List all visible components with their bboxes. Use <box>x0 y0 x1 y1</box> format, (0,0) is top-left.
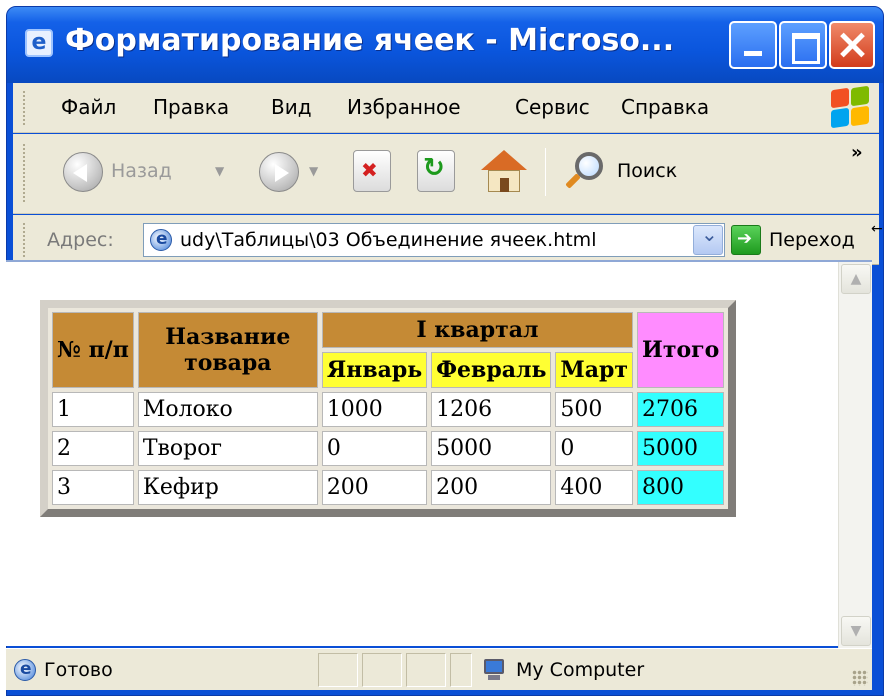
status-text: Готово <box>44 659 113 681</box>
toolbar-grip[interactable] <box>23 144 26 202</box>
back-arrow-icon[interactable] <box>63 152 103 192</box>
forward-arrow-icon[interactable] <box>259 152 299 192</box>
cell-mar: 0 <box>555 431 634 466</box>
table-row: 3 Кефир 200 200 400 800 <box>52 470 725 505</box>
cell-jan: 200 <box>321 470 428 505</box>
cell-jan: 0 <box>321 431 428 466</box>
zone-text: My Computer <box>516 659 645 681</box>
ie-page-icon: e <box>25 29 53 57</box>
header-month-jan: Январь <box>321 352 428 388</box>
address-value[interactable]: udy\Таблицы\03 Объединение ячеек.html <box>180 229 596 251</box>
menu-view[interactable]: Вид <box>271 95 312 119</box>
title-bar: e Форматирование ячеек - Microso... <box>7 7 883 83</box>
status-bar: Готово My Computer <box>6 648 872 690</box>
cell-name: Творог <box>137 431 318 466</box>
menu-edit[interactable]: Правка <box>153 95 229 119</box>
cell-num: 2 <box>52 431 134 466</box>
refresh-icon[interactable] <box>417 150 455 192</box>
menubar-grip[interactable] <box>23 91 26 125</box>
toolbar-separator <box>545 148 546 196</box>
status-pane <box>406 653 446 687</box>
back-label[interactable]: Назад <box>111 160 172 182</box>
cell-mar: 500 <box>555 392 634 427</box>
header-quarter: I квартал <box>321 312 634 348</box>
menu-file[interactable]: Файл <box>61 95 116 119</box>
sales-table: № п/п Название товара I квартал Итого Ян… <box>40 300 737 517</box>
menu-bar: Файл Правка Вид Избранное Сервис Справка <box>13 83 879 133</box>
home-icon[interactable] <box>481 150 527 194</box>
forward-dropdown-icon[interactable]: ▼ <box>309 164 318 178</box>
ie-page-icon <box>14 659 36 681</box>
cell-feb: 5000 <box>431 431 552 466</box>
cell-num: 3 <box>52 470 134 505</box>
status-pane <box>450 653 472 687</box>
address-dropdown-icon[interactable] <box>693 222 723 255</box>
address-bar: Адрес: udy\Таблицы\03 Объединение ячеек.… <box>13 215 883 265</box>
header-month-mar: Март <box>555 352 634 388</box>
status-pane <box>362 653 402 687</box>
cell-num: 1 <box>52 392 134 427</box>
menu-tools[interactable]: Сервис <box>515 95 590 119</box>
address-label: Адрес: <box>47 229 114 251</box>
close-button[interactable] <box>829 21 875 69</box>
header-month-feb: Февраль <box>431 352 552 388</box>
go-label[interactable]: Переход <box>769 229 855 251</box>
header-name: Название товара <box>137 312 318 388</box>
search-label[interactable]: Поиск <box>617 160 677 182</box>
links-arrow-icon[interactable]: ← <box>871 221 883 237</box>
cell-total: 5000 <box>637 431 725 466</box>
cell-jan: 1000 <box>321 392 428 427</box>
cell-feb: 200 <box>431 470 552 505</box>
my-computer-icon <box>482 659 506 681</box>
ie-page-icon <box>150 229 172 251</box>
table-row: 2 Творог 0 5000 0 5000 <box>52 431 725 466</box>
scroll-down-icon[interactable]: ▼ <box>841 616 871 646</box>
search-icon[interactable] <box>563 152 605 194</box>
go-arrow-icon[interactable] <box>731 225 761 255</box>
maximize-button[interactable] <box>779 21 827 69</box>
scroll-up-icon[interactable]: ▲ <box>841 264 871 294</box>
toolbar-more-chevron[interactable]: » <box>851 142 863 163</box>
menu-favorites[interactable]: Избранное <box>347 95 461 119</box>
cell-mar: 400 <box>555 470 634 505</box>
cell-name: Кефир <box>137 470 318 505</box>
vertical-scrollbar[interactable]: ▲ ▼ <box>838 262 872 648</box>
menu-help[interactable]: Справка <box>621 95 709 119</box>
back-dropdown-icon[interactable]: ▼ <box>215 164 224 178</box>
toolbar: Назад ▼ ▼ Поиск » <box>13 134 879 214</box>
cell-feb: 1206 <box>431 392 552 427</box>
address-input[interactable]: udy\Таблицы\03 Объединение ячеек.html <box>143 222 725 257</box>
windows-logo-icon <box>829 85 871 129</box>
window-title: Форматирование ячеек - Microso... <box>65 23 675 58</box>
table-row: 1 Молоко 1000 1206 500 2706 <box>52 392 725 427</box>
status-pane <box>318 653 358 687</box>
cell-total: 800 <box>637 470 725 505</box>
resize-grip[interactable] <box>852 670 868 686</box>
header-num: № п/п <box>52 312 134 388</box>
addressbar-grip[interactable] <box>23 223 26 257</box>
header-total: Итого <box>637 312 725 388</box>
cell-name: Молоко <box>137 392 318 427</box>
stop-icon[interactable] <box>353 150 391 192</box>
minimize-button[interactable] <box>729 21 777 69</box>
cell-total: 2706 <box>637 392 725 427</box>
